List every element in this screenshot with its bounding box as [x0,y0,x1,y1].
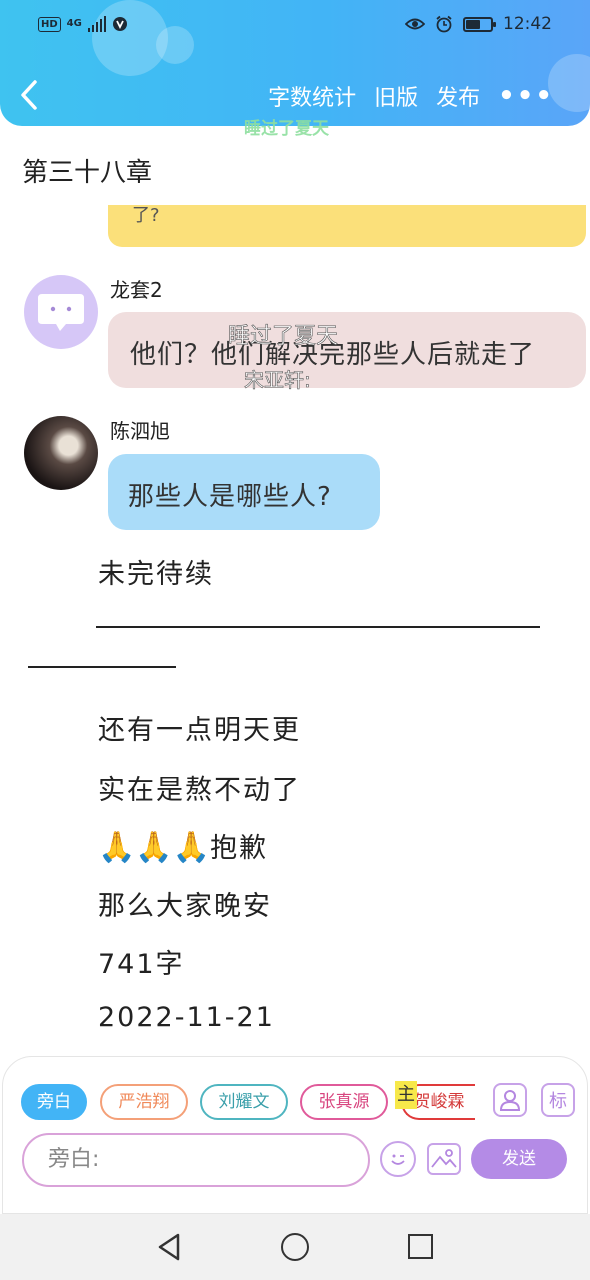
send-button[interactable]: 发送 [471,1139,567,1179]
divider [96,626,540,628]
watermark-middle: 睡过了夏天 [228,324,339,350]
hd-indicator: HD [38,16,61,32]
chat-bubble-previous: 了? [108,205,586,247]
top-nav: 字数统计 旧版 发布 ••• [0,70,590,120]
status-time: 12:42 [503,14,552,34]
watermark-middle-sub: 宋亚轩: [244,368,311,393]
system-navigation-bar [0,1214,590,1280]
chevron-left-icon [21,80,37,110]
old-version-button[interactable]: 旧版 [374,80,418,112]
body-text: 抱歉 [210,833,269,864]
back-button[interactable] [18,78,48,112]
smiley-icon [391,1154,405,1165]
chat-face-icon [38,294,84,331]
mark-button[interactable]: 标 [541,1083,575,1117]
app-header: HD 4G 12:42 字数统计 旧版 发布 ••• [0,0,590,126]
status-bar: HD 4G 12:42 [0,8,590,42]
signal-icon [87,16,107,32]
body-text-row: 🙏🙏🙏抱歉 [98,826,268,865]
image-button[interactable] [427,1143,461,1175]
role-chip[interactable]: 刘耀文 [200,1084,288,1120]
emoji-button[interactable] [380,1141,416,1177]
body-text: 那么大家晚安 [98,891,272,922]
role-chip[interactable]: 严浩翔 [100,1084,188,1120]
chat-bubble: 他们？他们解决完那些人后就走了 [108,312,586,388]
message-speaker: 龙套2 [110,278,163,302]
avatar[interactable] [24,416,98,490]
body-text: 未完待续 [98,559,214,590]
body-text: 2022-11-21 [98,1002,275,1033]
avatar[interactable] [24,275,98,349]
chat-bubble-previous-text: 了? [132,205,160,226]
eye-comfort-icon [405,18,425,30]
divider [28,666,176,668]
body-text: 实在是熬不动了 [98,775,301,806]
publish-button[interactable]: 发布 [436,80,480,112]
body-text: 741字 [98,949,185,980]
user-icon [499,1090,521,1111]
pray-emoji: 🙏🙏🙏 [98,830,211,865]
role-chip[interactable]: 张真源 [300,1084,388,1120]
word-count-button[interactable]: 字数统计 [268,80,356,112]
nav-back-icon[interactable] [156,1232,182,1262]
message-input[interactable]: 旁白: [22,1133,370,1187]
nav-home-icon[interactable] [281,1233,309,1261]
body-text: 还有一点明天更 [98,715,301,746]
chapter-title: 第三十八章 [22,158,153,188]
battery-level-fill [466,19,481,29]
role-chip-narration[interactable]: 旁白 [21,1084,87,1120]
alarm-icon [436,15,452,33]
battery-icon [463,16,496,32]
image-icon [431,1149,457,1168]
nav-recents-icon[interactable] [408,1234,433,1259]
chat-bubble: 那些人是哪些人? [108,454,380,530]
message-speaker: 陈泗旭 [110,419,170,443]
watermark-top: 睡过了夏天 [244,119,329,139]
chat-bubble-text: 那些人是哪些人? [128,482,332,512]
network-type: 4G [66,18,82,29]
composer-panel: 旁白 严浩翔 刘耀文 张真源 主 贺峻霖 标 旁白: 发送 [2,1056,588,1214]
role-manage-button[interactable] [493,1083,527,1117]
main-role-badge: 主 [395,1081,417,1109]
more-button[interactable]: ••• [498,83,554,109]
vpn-icon [113,17,128,31]
